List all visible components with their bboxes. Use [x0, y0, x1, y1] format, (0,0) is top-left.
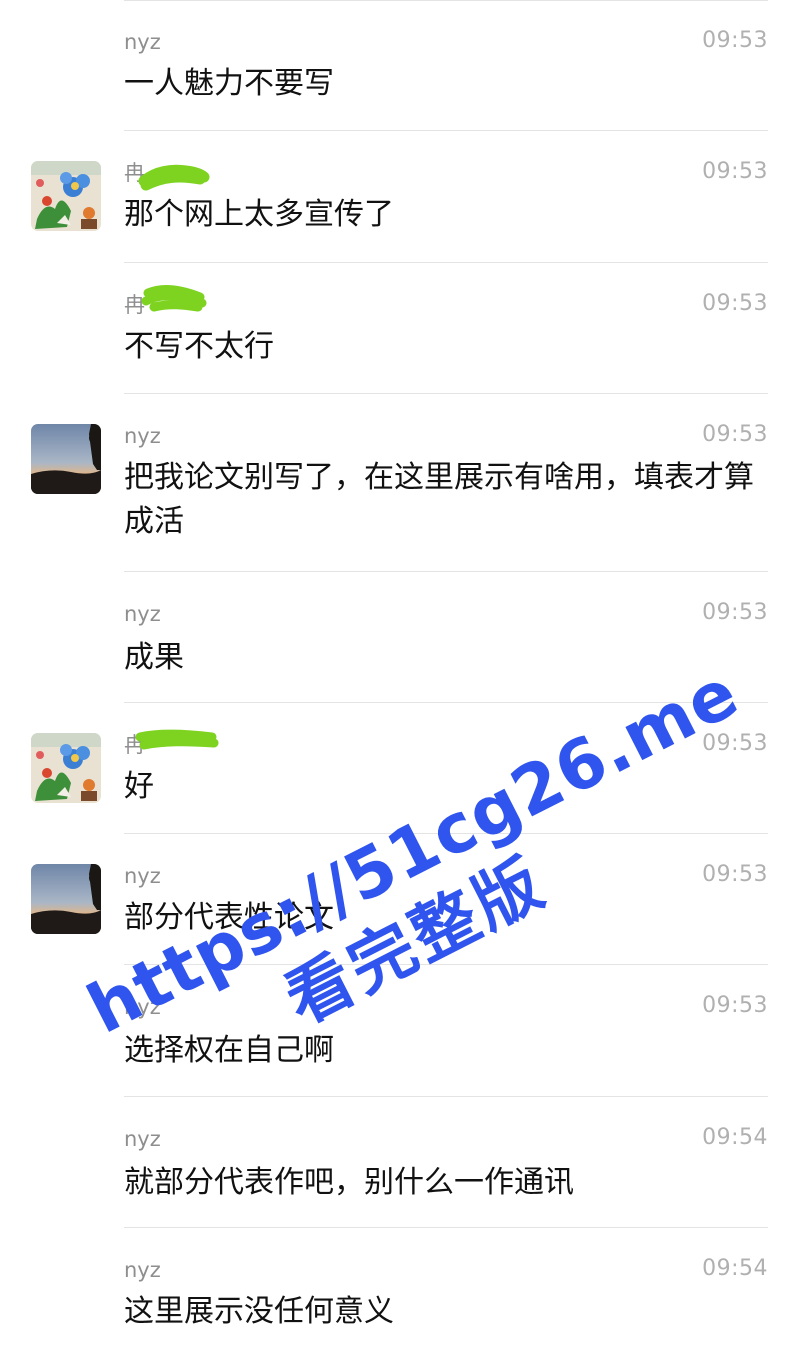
message-text: 一人魅力不要写	[124, 66, 334, 101]
message-item[interactable]: nyz 09:54 这里展示没任何意义	[0, 1228, 800, 1353]
sender-name: nyz	[124, 30, 161, 54]
flower-painting-avatar-icon	[31, 733, 101, 803]
message-text: 就部分代表作吧，别什么一作通讯	[124, 1165, 574, 1200]
message-time: 09:53	[702, 600, 768, 625]
message-text: 把我论文别写了，在这里展示有啥用，填表才算成活	[124, 460, 754, 539]
message-time: 09:53	[702, 731, 768, 756]
message-item[interactable]: nyz 09:53 把我论文别写了，在这里展示有啥用，填表才算成活	[0, 394, 800, 572]
name-redaction-scribble	[138, 164, 210, 191]
message-time: 09:53	[702, 159, 768, 184]
message-item[interactable]: 冉 09:53 好	[0, 703, 800, 834]
sender-name: 冉	[124, 733, 145, 757]
message-text: 这里展示没任何意义	[124, 1294, 394, 1329]
sender-name: 冉	[124, 293, 145, 317]
sender-name: nyz	[124, 602, 161, 626]
sender-name: nyz	[124, 424, 161, 448]
avatar[interactable]	[31, 864, 101, 934]
name-redaction-scribble	[141, 285, 207, 312]
sender-name: nyz	[124, 1258, 161, 1282]
avatar[interactable]	[31, 161, 101, 231]
message-text: 部分代表性论文	[124, 900, 334, 935]
sender-name: nyz	[124, 1127, 161, 1151]
message-item[interactable]: nyz 09:53 成果	[0, 572, 800, 703]
sunset-landscape-avatar-icon	[31, 864, 101, 934]
message-item[interactable]: nyz 09:54 就部分代表作吧，别什么一作通讯	[0, 1097, 800, 1228]
message-time: 09:53	[702, 422, 768, 447]
sunset-landscape-avatar-icon	[31, 424, 101, 494]
message-text: 选择权在自己啊	[124, 1033, 334, 1068]
message-item[interactable]: 冉 09:53 不写不太行	[0, 263, 800, 394]
sender-name: nyz	[124, 995, 161, 1019]
sender-name: nyz	[124, 864, 161, 888]
message-item[interactable]: nyz 09:53 部分代表性论文	[0, 834, 800, 965]
message-item[interactable]: nyz 09:53 一人魅力不要写	[0, 0, 800, 131]
message-time: 09:53	[702, 291, 768, 316]
name-redaction-scribble	[135, 729, 219, 750]
avatar[interactable]	[31, 424, 101, 494]
message-text: 不写不太行	[124, 329, 274, 364]
flower-painting-avatar-icon	[31, 161, 101, 231]
avatar[interactable]	[31, 733, 101, 803]
message-time: 09:53	[702, 28, 768, 53]
message-item[interactable]: 冉 09:53 那个网上太多宣传了	[0, 131, 800, 263]
message-time: 09:54	[702, 1256, 768, 1281]
message-text: 好	[124, 769, 154, 804]
message-text: 成果	[124, 640, 184, 675]
message-item[interactable]: nyz 09:53 选择权在自己啊	[0, 965, 800, 1097]
message-time: 09:53	[702, 993, 768, 1018]
sender-name: 冉	[124, 161, 145, 185]
message-time: 09:54	[702, 1125, 768, 1150]
message-text: 那个网上太多宣传了	[124, 197, 394, 232]
message-time: 09:53	[702, 862, 768, 887]
